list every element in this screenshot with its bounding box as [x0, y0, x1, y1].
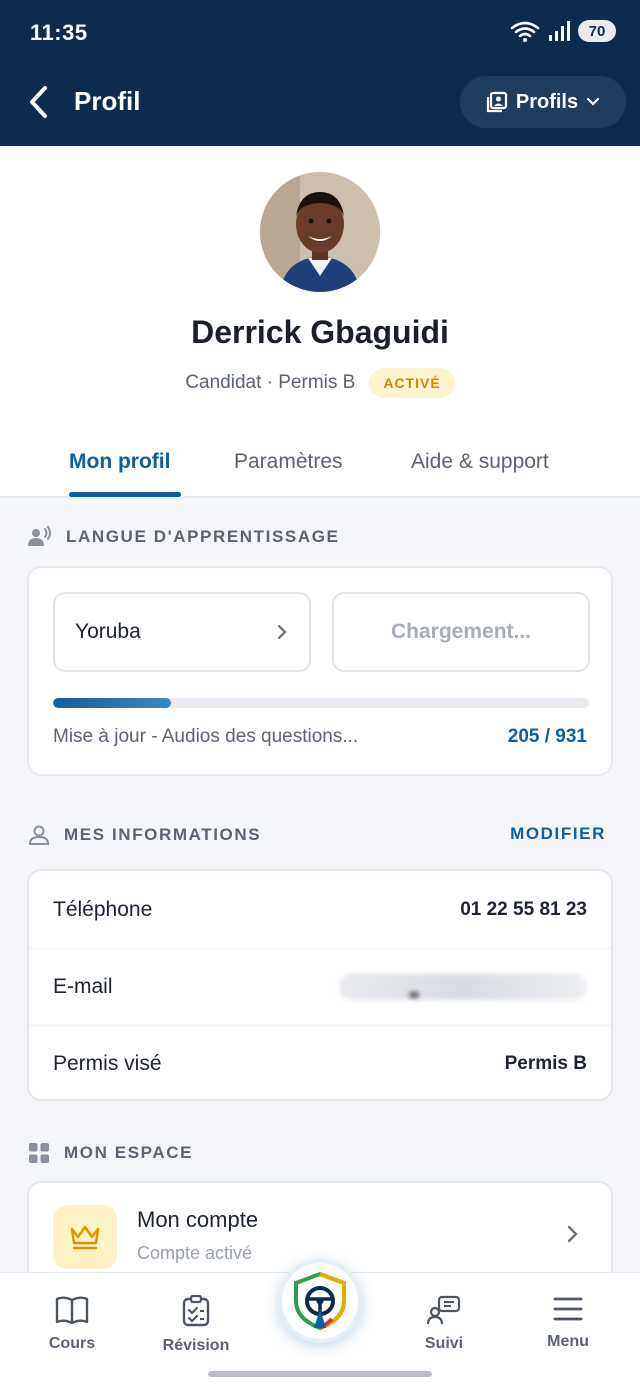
- status-bar: 11:35 70: [0, 0, 640, 66]
- permis-value: Permis B: [504, 1053, 587, 1074]
- progress-count: 205 / 931: [507, 726, 587, 747]
- nav-cours[interactable]: Cours: [17, 1295, 127, 1353]
- info-section-header: MES INFORMATIONS: [28, 824, 261, 846]
- email-label: E-mail: [53, 975, 113, 998]
- account-icon-box: [53, 1205, 117, 1269]
- nav-menu[interactable]: Menu: [513, 1295, 623, 1351]
- download-progress-fill: [53, 698, 172, 708]
- nav-cours-label: Cours: [48, 1335, 96, 1352]
- phone-label: Téléphone: [53, 897, 153, 921]
- active-tab-indicator: [69, 492, 181, 497]
- profile-tabs: Mon profil Paramètres Aide & support: [0, 442, 640, 498]
- info-row-email: E-mail: [29, 948, 611, 1025]
- phone-value: 01 22 55 81 23: [460, 898, 587, 920]
- profils-button[interactable]: Profils: [460, 76, 626, 128]
- info-section-title: MES INFORMATIONS: [64, 825, 262, 844]
- nav-suivi[interactable]: Suivi: [389, 1295, 499, 1353]
- user-icon: [28, 825, 50, 845]
- info-row-permis: Permis visé Permis B: [29, 1025, 611, 1102]
- language-section-header: LANGUE D'APPRENTISSAGE: [28, 526, 340, 548]
- profile-subline: Candidat · Permis B ACTIVÉ: [0, 368, 640, 398]
- space-section-header: MON ESPACE: [28, 1142, 193, 1164]
- nav-revision[interactable]: Révision: [141, 1295, 251, 1355]
- grid-icon: [29, 1143, 49, 1163]
- nav-revision-label: Révision: [162, 1337, 230, 1354]
- home-indicator: [208, 1371, 432, 1377]
- profils-button-label: Profils: [515, 90, 579, 113]
- tab-mon-profil[interactable]: Mon profil: [69, 450, 170, 474]
- status-time: 11:35: [30, 20, 88, 45]
- profile-name: Derrick Gbaguidi: [191, 314, 449, 350]
- avatar-photo: [260, 172, 380, 292]
- app-screen: 11:35 70 Profil Profils Derrick Gbaguidi…: [0, 0, 640, 1387]
- chevron-right-icon: [277, 624, 287, 640]
- profile-role: Candidat · Permis B: [185, 372, 356, 393]
- loading-button[interactable]: Chargement...: [332, 592, 590, 672]
- bottom-navigation: Cours Révision Suivi Menu: [0, 1259, 640, 1387]
- chevron-left-icon: [30, 86, 47, 118]
- battery-indicator: 70: [578, 20, 616, 42]
- chevron-down-icon: [587, 97, 600, 106]
- back-button[interactable]: [20, 84, 56, 120]
- permis-label: Permis visé: [53, 1052, 162, 1075]
- email-value-blurred: [339, 974, 587, 1000]
- speaking-person-icon: [28, 526, 51, 546]
- profile-section: Derrick Gbaguidi Candidat · Permis B ACT…: [0, 146, 640, 498]
- clipboard-check-icon: [182, 1295, 210, 1327]
- profile-card-icon: [486, 91, 507, 113]
- wifi-icon: [510, 21, 540, 42]
- nav-menu-label: Menu: [547, 1333, 589, 1350]
- progress-label: Mise à jour - Audios des questions...: [53, 726, 359, 747]
- hamburger-menu-icon: [553, 1297, 583, 1321]
- book-icon: [55, 1296, 89, 1325]
- status-badge: ACTIVÉ: [369, 368, 455, 398]
- avatar: [260, 172, 380, 292]
- language-card: Yoruba Chargement... Mise à jour - Audio…: [27, 566, 613, 776]
- account-subtitle: Compte activé: [137, 1243, 253, 1263]
- tab-parametres[interactable]: Paramètres: [234, 450, 343, 474]
- account-title: Mon compte: [137, 1207, 259, 1232]
- nav-home-logo-button[interactable]: [278, 1259, 362, 1343]
- selected-language: Yoruba: [75, 620, 141, 643]
- space-section-title: MON ESPACE: [64, 1143, 194, 1162]
- chevron-right-icon: [567, 1225, 578, 1243]
- modify-button[interactable]: MODIFIER: [510, 824, 606, 844]
- nav-suivi-label: Suivi: [424, 1335, 464, 1352]
- language-section-title: LANGUE D'APPRENTISSAGE: [66, 527, 340, 546]
- download-progress-bar: [53, 698, 589, 708]
- user-chat-icon: [427, 1295, 461, 1325]
- steering-shield-logo-icon: [294, 1271, 346, 1331]
- info-card: Téléphone 01 22 55 81 23 E-mail Permis v…: [27, 869, 613, 1101]
- language-select[interactable]: Yoruba: [53, 592, 311, 672]
- signal-icon: [549, 21, 570, 41]
- crown-icon: [70, 1225, 100, 1250]
- page-title: Profil: [74, 86, 141, 116]
- status-icons: 70: [510, 20, 616, 42]
- info-row-phone: Téléphone 01 22 55 81 23: [29, 871, 611, 948]
- nav-row: Profil Profils: [0, 72, 640, 132]
- top-header: 11:35 70 Profil Profils: [0, 0, 640, 146]
- tab-aide-support[interactable]: Aide & support: [411, 450, 549, 474]
